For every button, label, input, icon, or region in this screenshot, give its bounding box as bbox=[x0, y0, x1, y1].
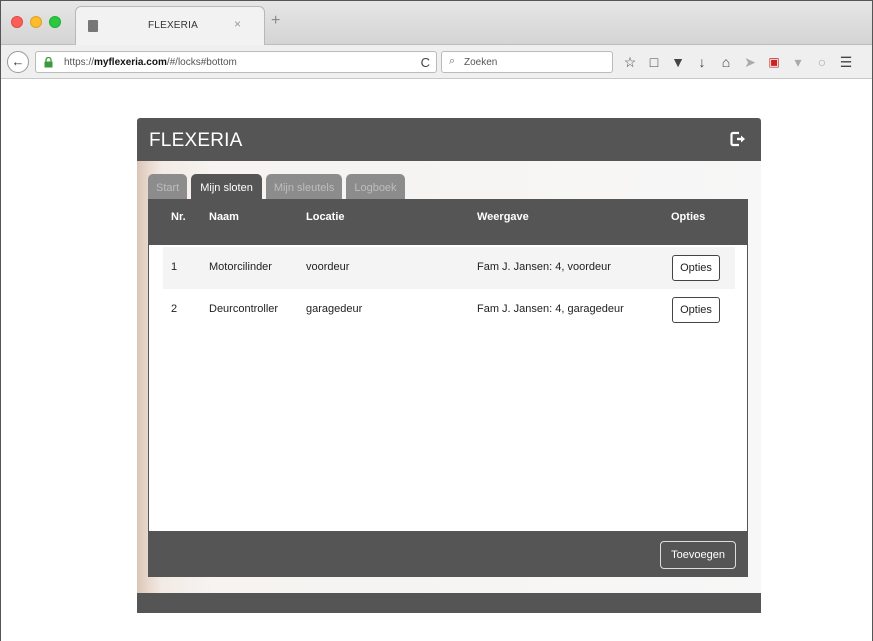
reading-list-icon[interactable]: □ bbox=[647, 53, 661, 71]
locks-panel: Nr. Naam Locatie Weergave Opties 1 Motor… bbox=[148, 199, 748, 531]
new-tab-icon[interactable]: + bbox=[271, 13, 280, 29]
page-content: FLEXERIA Start Mijn sloten Mijn sleutels… bbox=[1, 80, 872, 641]
opties-button[interactable]: Opties bbox=[672, 297, 720, 323]
column-header-weergave: Weergave bbox=[477, 211, 529, 223]
add-lock-button[interactable]: Toevoegen bbox=[660, 541, 736, 569]
column-header-naam: Naam bbox=[209, 211, 239, 223]
opties-button[interactable]: Opties bbox=[672, 255, 720, 281]
minimize-window-button[interactable] bbox=[30, 16, 42, 28]
tab-start[interactable]: Start bbox=[148, 174, 188, 201]
reload-button[interactable]: C bbox=[421, 55, 430, 70]
cell-naam: Motorcilinder bbox=[209, 261, 272, 273]
browser-window: FLEXERIA × + ← https://myflexeria.com/#/… bbox=[0, 0, 873, 641]
home-icon[interactable]: ⌂ bbox=[719, 53, 733, 71]
app-footer bbox=[137, 593, 761, 613]
tab-logboek[interactable]: Logboek bbox=[346, 174, 405, 201]
cell-nr: 1 bbox=[171, 261, 178, 273]
url-bar[interactable]: https://myflexeria.com/#/locks#bottom C bbox=[35, 51, 437, 73]
send-icon[interactable]: ➤ bbox=[743, 53, 757, 71]
search-placeholder: Zoeken bbox=[464, 57, 498, 68]
back-button[interactable]: ← bbox=[7, 51, 29, 73]
table-header: Nr. Naam Locatie Weergave Opties bbox=[149, 199, 747, 245]
cell-weergave: Fam J. Jansen: 4, voordeur bbox=[477, 261, 611, 273]
translate-icon[interactable]: ▣ bbox=[767, 53, 781, 71]
tab-mijn-sloten[interactable]: Mijn sloten bbox=[191, 174, 262, 201]
cell-nr: 2 bbox=[171, 303, 178, 315]
search-icon: ⌕ bbox=[449, 55, 456, 67]
url-path: /#/locks#bottom bbox=[166, 57, 237, 68]
url-prefix: https:// bbox=[64, 57, 95, 68]
tab-close-icon[interactable]: × bbox=[234, 17, 241, 31]
page-icon bbox=[88, 20, 98, 32]
app-body: Start Mijn sloten Mijn sleutels Logboek … bbox=[137, 161, 761, 593]
browser-tab-title: FLEXERIA bbox=[148, 20, 198, 31]
column-header-nr: Nr. bbox=[171, 211, 186, 223]
url-domain: myflexeria.com bbox=[94, 57, 167, 68]
close-window-button[interactable] bbox=[11, 16, 23, 28]
cell-naam: Deurcontroller bbox=[209, 303, 279, 315]
app-title: FLEXERIA bbox=[149, 130, 243, 151]
search-field[interactable]: ⌕ Zoeken bbox=[441, 51, 613, 73]
tab-mijn-sleutels[interactable]: Mijn sleutels bbox=[265, 174, 343, 201]
zoom-window-button[interactable] bbox=[49, 16, 61, 28]
flexeria-app: FLEXERIA Start Mijn sloten Mijn sleutels… bbox=[137, 118, 761, 613]
cell-weergave: Fam J. Jansen: 4, garagedeur bbox=[477, 303, 624, 315]
cell-locatie: garagedeur bbox=[306, 303, 363, 315]
column-header-opties: Opties bbox=[671, 211, 706, 223]
table-row: 1 Motorcilinder voordeur Fam J. Jansen: … bbox=[163, 247, 735, 289]
browser-tab[interactable]: FLEXERIA × bbox=[75, 6, 265, 45]
pocket-icon[interactable]: ▼ bbox=[671, 53, 685, 71]
lock-icon bbox=[44, 57, 53, 68]
browser-nav-bar: ← https://myflexeria.com/#/locks#bottom … bbox=[1, 45, 872, 79]
app-header: FLEXERIA bbox=[137, 118, 761, 161]
chat-icon[interactable]: ○ bbox=[815, 53, 829, 71]
download-icon[interactable]: ↓ bbox=[695, 53, 709, 71]
cell-locatie: voordeur bbox=[306, 261, 350, 273]
url-text: https://myflexeria.com/#/locks#bottom bbox=[64, 57, 237, 68]
menu-icon[interactable]: ☰ bbox=[839, 53, 853, 71]
browser-toolbar: ☆ □ ▼ ↓ ⌂ ➤ ▣ ▾ ○ ☰ bbox=[623, 53, 853, 71]
panel-footer: Toevoegen bbox=[148, 531, 748, 577]
chevron-down-icon[interactable]: ▾ bbox=[791, 53, 805, 71]
logout-icon[interactable] bbox=[729, 130, 747, 148]
table-row: 2 Deurcontroller garagedeur Fam J. Janse… bbox=[163, 289, 735, 331]
app-tabs: Start Mijn sloten Mijn sleutels Logboek bbox=[148, 174, 405, 201]
column-header-locatie: Locatie bbox=[306, 211, 345, 223]
bookmark-star-icon[interactable]: ☆ bbox=[623, 53, 637, 71]
browser-tab-bar: FLEXERIA × + bbox=[1, 1, 872, 45]
